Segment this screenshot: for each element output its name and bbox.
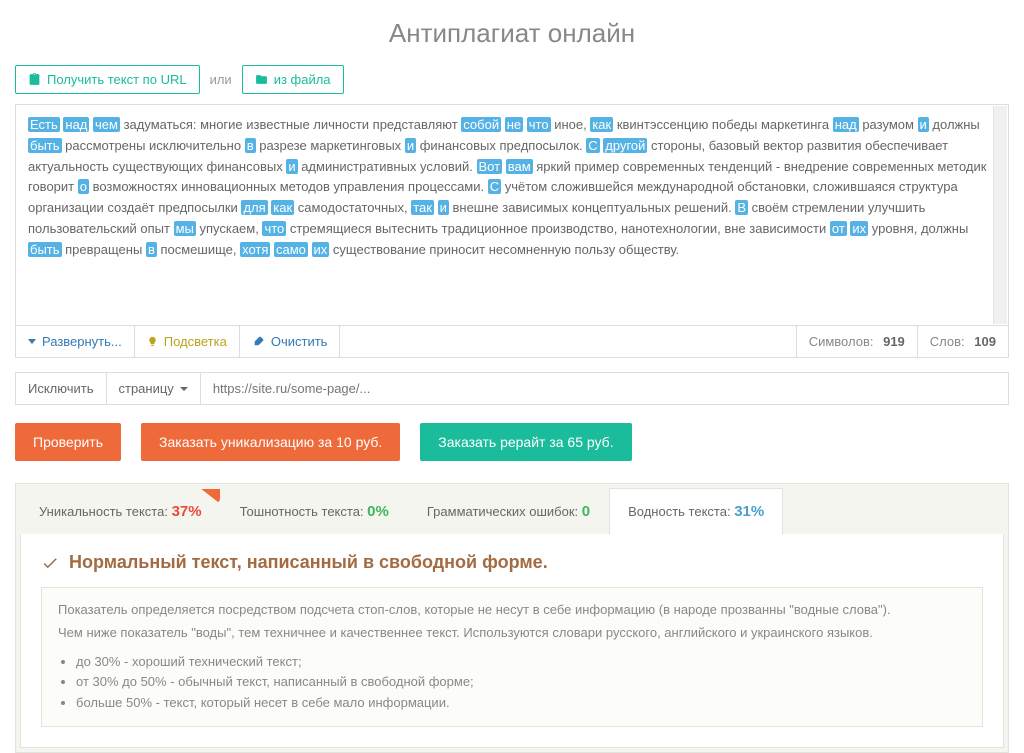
check-icon bbox=[41, 554, 59, 572]
highlighted-word: и bbox=[405, 138, 416, 153]
caret-down-icon bbox=[180, 387, 188, 391]
order-rewrite-button[interactable]: Заказать рерайт за 65 руб. bbox=[420, 423, 631, 461]
paste-icon bbox=[28, 73, 41, 86]
highlighted-word: от bbox=[830, 221, 847, 236]
bulb-icon bbox=[147, 335, 158, 348]
desc-bullet: до 30% - хороший технический текст; bbox=[76, 652, 966, 673]
chevron-down-icon bbox=[28, 339, 36, 344]
metrics-tabs: Уникальность текста: 37% Повысить Тошнот… bbox=[20, 488, 1004, 535]
scrollbar[interactable] bbox=[993, 106, 1007, 324]
highlighted-word: что bbox=[527, 117, 551, 132]
chars-stat: Символов: 919 bbox=[796, 326, 917, 357]
folder-icon bbox=[255, 73, 268, 86]
highlighted-word: Есть bbox=[28, 117, 60, 132]
highlighted-word: С bbox=[488, 179, 501, 194]
highlighted-word: над bbox=[63, 117, 89, 132]
tab-grammar[interactable]: Грамматических ошибок: 0 bbox=[408, 488, 609, 535]
tab-uniqueness[interactable]: Уникальность текста: 37% Повысить bbox=[20, 488, 221, 535]
highlighted-word: так bbox=[411, 200, 434, 215]
desc-bullet: от 30% до 50% - обычный текст, написанны… bbox=[76, 672, 966, 693]
highlighted-word: собой bbox=[461, 117, 501, 132]
highlighted-word: чем bbox=[93, 117, 120, 132]
verdict: Нормальный текст, написанный в свободной… bbox=[41, 552, 983, 573]
eraser-icon bbox=[252, 335, 265, 348]
tab-water[interactable]: Водность текста: 31% bbox=[609, 488, 783, 535]
desc-bullet: больше 50% - текст, который несет в себе… bbox=[76, 693, 966, 714]
highlighted-word: хотя bbox=[240, 242, 270, 257]
tab-nausea[interactable]: Тошнотность текста: 0% bbox=[221, 488, 408, 535]
highlighted-word: не bbox=[505, 117, 523, 132]
chars-label: Символов: bbox=[809, 334, 874, 349]
check-button[interactable]: Проверить bbox=[15, 423, 121, 461]
exclude-url-row: Исключить страницу bbox=[15, 372, 1009, 405]
highlighted-word: как bbox=[271, 200, 294, 215]
clear-button[interactable]: Очистить bbox=[240, 326, 341, 357]
highlighted-word: быть bbox=[28, 242, 62, 257]
highlighted-word: как bbox=[590, 117, 613, 132]
highlight-button[interactable]: Подсветка bbox=[135, 326, 240, 357]
highlighted-word: о bbox=[78, 179, 89, 194]
tab-grammar-label: Грамматических ошибок: bbox=[427, 504, 578, 519]
exclude-type-label: страницу bbox=[119, 381, 174, 396]
highlighted-word: другой bbox=[603, 138, 647, 153]
tab-nausea-label: Тошнотность текста: bbox=[240, 504, 364, 519]
words-value: 109 bbox=[974, 334, 996, 349]
tab-uniqueness-label: Уникальность текста: bbox=[39, 504, 168, 519]
or-text: или bbox=[210, 72, 232, 87]
desc-p2: Чем ниже показатель "воды", тем техничне… bbox=[58, 623, 966, 644]
highlighted-word: само bbox=[274, 242, 308, 257]
highlighted-word: С bbox=[586, 138, 599, 153]
highlighted-word: что bbox=[262, 221, 286, 236]
highlighted-word: для bbox=[241, 200, 267, 215]
highlighted-word: и bbox=[438, 200, 449, 215]
highlighted-word: и bbox=[918, 117, 929, 132]
from-file-button[interactable]: из файла bbox=[242, 65, 344, 94]
from-file-label: из файла bbox=[274, 72, 331, 87]
highlighted-word: в bbox=[146, 242, 157, 257]
highlighted-word: и bbox=[286, 159, 297, 174]
chars-value: 919 bbox=[883, 334, 905, 349]
tab-grammar-value: 0 bbox=[582, 503, 590, 520]
highlighted-word: вам bbox=[506, 159, 533, 174]
tab-water-value: 31% bbox=[734, 503, 764, 520]
highlighted-word: быть bbox=[28, 138, 62, 153]
get-text-by-url-label: Получить текст по URL bbox=[47, 72, 187, 87]
tab-panel-body: Нормальный текст, написанный в свободной… bbox=[20, 534, 1004, 748]
exclude-url-input[interactable] bbox=[201, 373, 1008, 404]
metrics-panel: Уникальность текста: 37% Повысить Тошнот… bbox=[15, 483, 1009, 753]
expand-label: Развернуть... bbox=[42, 334, 122, 349]
highlighted-word: их bbox=[850, 221, 868, 236]
words-label: Слов: bbox=[930, 334, 965, 349]
get-text-by-url-button[interactable]: Получить текст по URL bbox=[15, 65, 200, 94]
highlight-label: Подсветка bbox=[164, 334, 227, 349]
highlighted-word: их bbox=[312, 242, 330, 257]
page-title: Антиплагиат онлайн bbox=[15, 18, 1009, 49]
tab-uniqueness-value: 37% bbox=[172, 503, 202, 520]
tab-nausea-value: 0% bbox=[367, 503, 389, 520]
highlighted-word: Вот bbox=[477, 159, 503, 174]
highlighted-word: В bbox=[735, 200, 748, 215]
words-stat: Слов: 109 bbox=[917, 326, 1008, 357]
description-box: Показатель определяется посредством подс… bbox=[41, 587, 983, 727]
editor-footer: Развернуть... Подсветка Очистить Символо… bbox=[15, 326, 1009, 358]
expand-button[interactable]: Развернуть... bbox=[16, 326, 135, 357]
desc-p1: Показатель определяется посредством подс… bbox=[58, 600, 966, 621]
clear-label: Очистить bbox=[271, 334, 328, 349]
desc-bullets: до 30% - хороший технический текст;от 30… bbox=[76, 652, 966, 714]
top-toolbar: Получить текст по URL или из файла bbox=[15, 65, 1009, 94]
verdict-text: Нормальный текст, написанный в свободной… bbox=[69, 552, 548, 573]
action-buttons: Проверить Заказать уникализацию за 10 ру… bbox=[15, 423, 1009, 461]
text-editor-container: Есть над чем задуматься: многие известны… bbox=[15, 104, 1009, 326]
highlighted-word: в bbox=[245, 138, 256, 153]
highlighted-word: над bbox=[833, 117, 859, 132]
order-unique-button[interactable]: Заказать уникализацию за 10 руб. bbox=[141, 423, 400, 461]
highlighted-word: мы bbox=[174, 221, 196, 236]
exclude-type-select[interactable]: страницу bbox=[107, 373, 201, 404]
text-editor[interactable]: Есть над чем задуматься: многие известны… bbox=[16, 105, 1008, 325]
boost-ribbon[interactable]: Повысить bbox=[150, 488, 220, 502]
tab-water-label: Водность текста: bbox=[628, 504, 730, 519]
exclude-label: Исключить bbox=[16, 373, 107, 404]
